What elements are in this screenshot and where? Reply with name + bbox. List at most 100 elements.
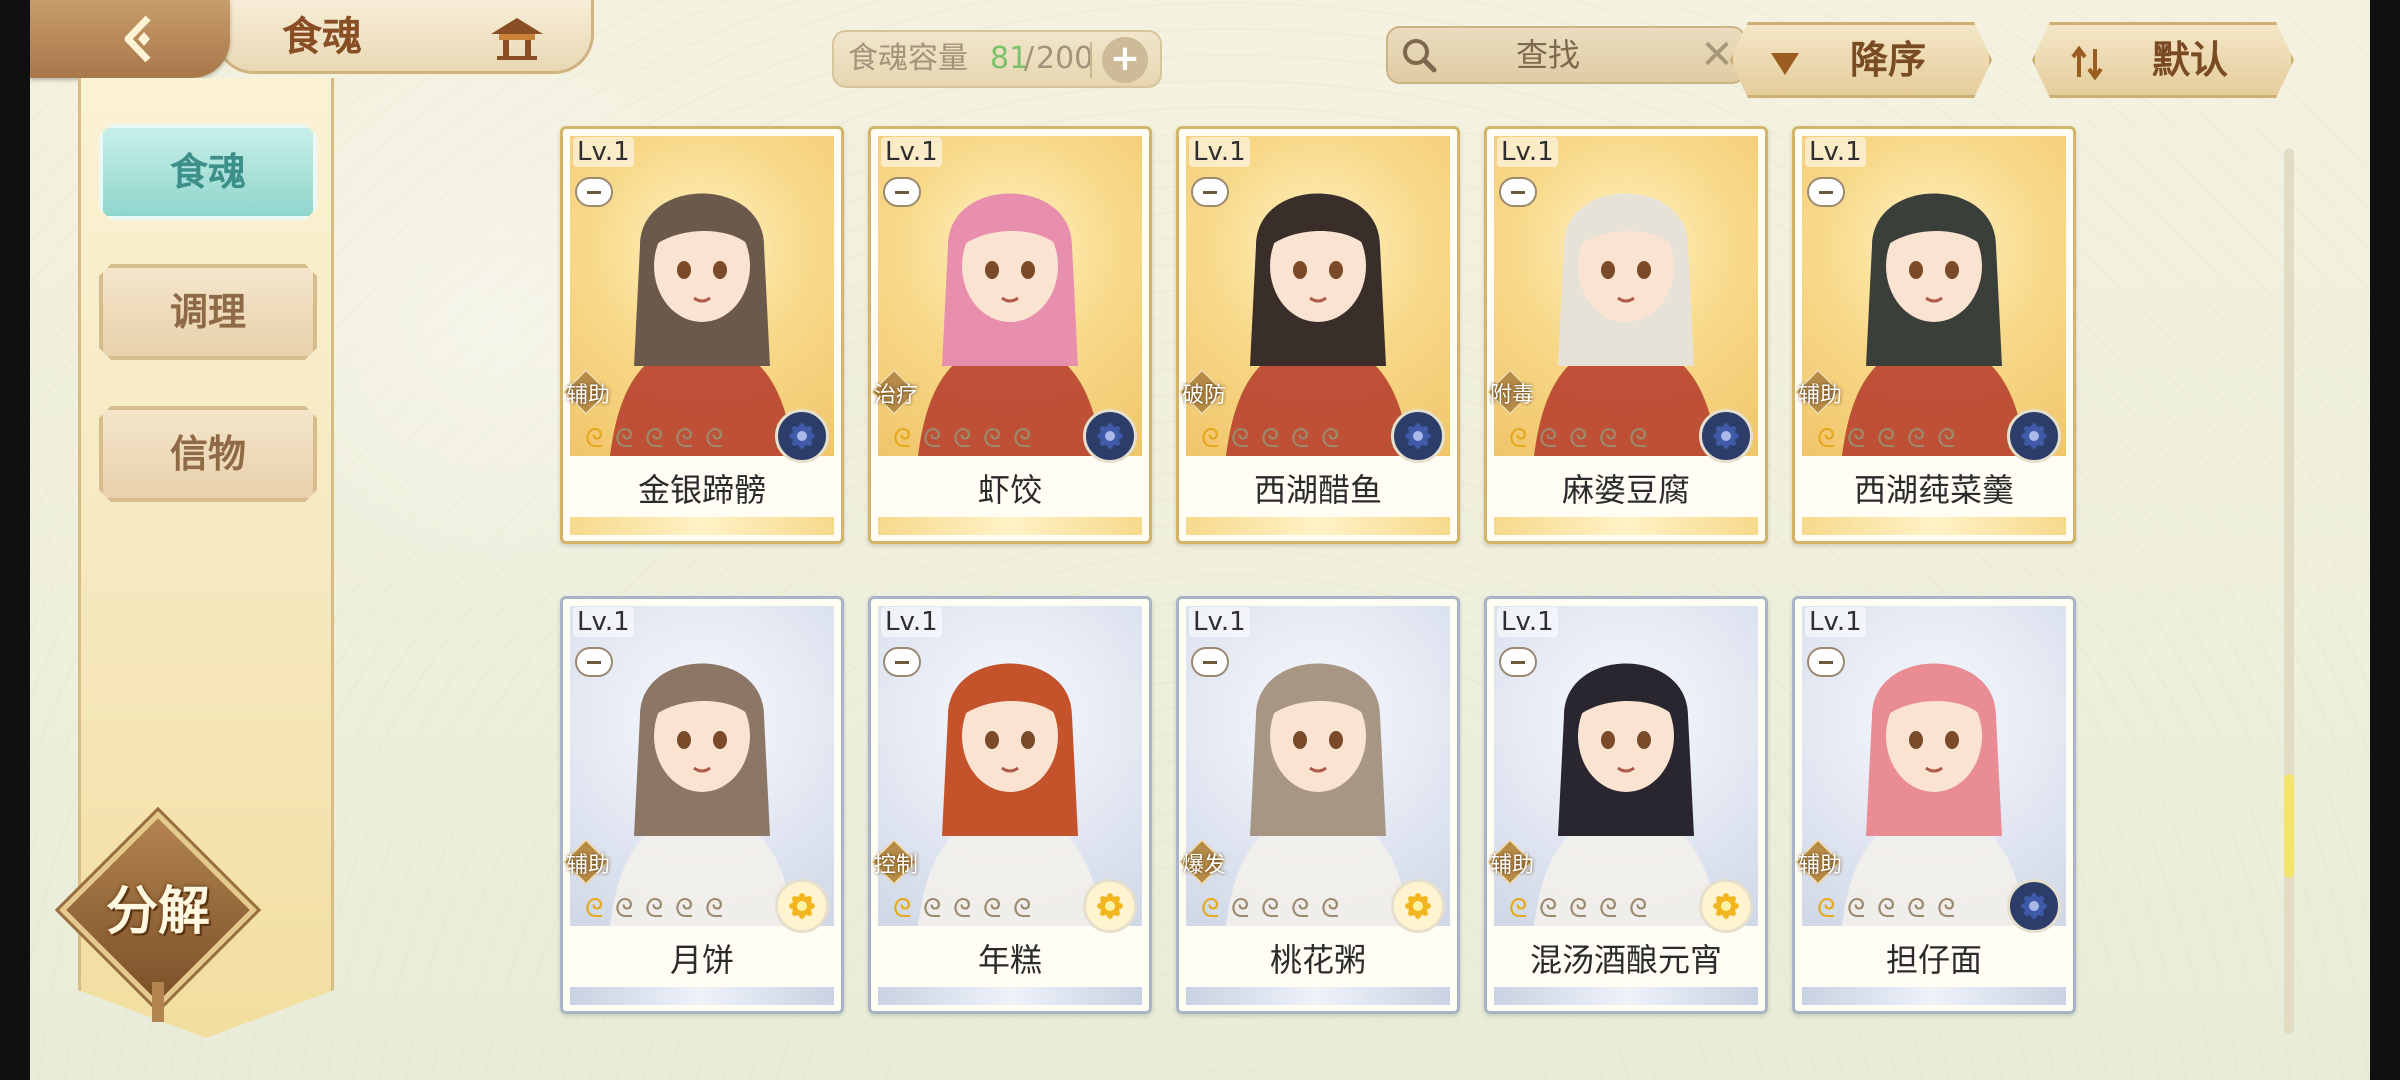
star-rating: ᘓᘓᘓᘓᘓ bbox=[1817, 425, 1967, 455]
scrollbar[interactable] bbox=[2284, 148, 2294, 1034]
role-badge: 附毒 bbox=[1477, 369, 1547, 415]
minus-badge-icon bbox=[883, 177, 921, 207]
role-label: 控制 bbox=[873, 853, 918, 878]
tab-conditioning[interactable]: 调理 bbox=[99, 264, 317, 360]
food-soul-card[interactable]: Lv.1 辅助 ᘓᘓᘓᘓᘓ 西湖莼菜羹 bbox=[1792, 126, 2076, 544]
capacity-divider bbox=[1090, 42, 1092, 78]
decompose-button[interactable]: 分解 bbox=[59, 811, 257, 1022]
star-icon: ᘓ bbox=[675, 894, 694, 924]
food-soul-card[interactable]: Lv.1 破防 ᘓᘓᘓᘓᘓ 西湖醋鱼 bbox=[1176, 126, 1460, 544]
star-icon: ᘓ bbox=[923, 894, 942, 924]
pavilion-icon[interactable] bbox=[487, 12, 547, 62]
food-soul-name: 虾饺 bbox=[977, 471, 1042, 509]
food-soul-card[interactable]: Lv.1 治疗 ᘓᘓᘓᘓᘓ 虾饺 bbox=[868, 126, 1152, 544]
sort-default-button[interactable]: 默认 bbox=[2032, 22, 2294, 98]
star-icon: ᘓ bbox=[1847, 424, 1866, 454]
food-soul-card[interactable]: Lv.1 辅助 ᘓᘓᘓᘓᘓ 混汤酒酿元宵 bbox=[1484, 596, 1768, 1014]
role-label: 辅助 bbox=[1797, 383, 1842, 408]
food-soul-name: 月饼 bbox=[669, 941, 734, 979]
role-label: 辅助 bbox=[565, 383, 610, 408]
food-soul-screen: 食魂 食魂容量 81 / 200 + 查找 ✕ 降序 默认 食魂 调理 信物 分… bbox=[30, 0, 2370, 1080]
star-icon: ᘓ bbox=[1321, 894, 1340, 924]
food-soul-name: 金银蹄髈 bbox=[637, 471, 766, 509]
element-icon bbox=[1083, 409, 1137, 463]
flower-icon bbox=[1713, 893, 1739, 919]
device-bezel-right bbox=[2370, 0, 2400, 1080]
star-icon: ᘓ bbox=[1291, 894, 1310, 924]
food-soul-name: 桃花粥 bbox=[1269, 941, 1366, 979]
card-footer-strip bbox=[1494, 517, 1758, 535]
card-footer-strip bbox=[570, 517, 834, 535]
element-icon bbox=[1083, 879, 1137, 933]
role-label: 辅助 bbox=[1489, 853, 1534, 878]
star-icon: ᘓ bbox=[1847, 894, 1866, 924]
card-footer-strip bbox=[1802, 517, 2066, 535]
food-soul-card[interactable]: Lv.1 附毒 ᘓᘓᘓᘓᘓ 麻婆豆腐 bbox=[1484, 126, 1768, 544]
role-badge: 爆发 bbox=[1169, 839, 1239, 885]
star-icon: ᘓ bbox=[645, 894, 664, 924]
search-box[interactable]: 查找 ✕ bbox=[1386, 26, 1746, 84]
star-rating: ᘓᘓᘓᘓᘓ bbox=[585, 895, 735, 925]
sort-order-button[interactable]: 降序 bbox=[1730, 22, 1992, 98]
role-label: 辅助 bbox=[1797, 853, 1842, 878]
scrollbar-thumb[interactable] bbox=[2284, 774, 2294, 878]
food-soul-card[interactable]: Lv.1 控制 ᘓᘓᘓᘓᘓ 年糕 bbox=[868, 596, 1152, 1014]
element-icon bbox=[1699, 879, 1753, 933]
food-soul-card[interactable]: Lv.1 辅助 ᘓᘓᘓᘓᘓ 担仔面 bbox=[1792, 596, 2076, 1014]
element-icon bbox=[2007, 409, 2061, 463]
card-footer-strip bbox=[570, 987, 834, 1005]
star-icon: ᘓ bbox=[615, 424, 634, 454]
star-icon: ᘓ bbox=[1539, 894, 1558, 924]
star-icon: ᘓ bbox=[893, 424, 912, 454]
food-soul-card[interactable]: Lv.1 辅助 ᘓᘓᘓᘓᘓ 金银蹄髈 bbox=[560, 126, 844, 544]
food-soul-name: 西湖莼菜羹 bbox=[1853, 471, 2014, 509]
star-icon: ᘓ bbox=[1013, 424, 1032, 454]
search-icon bbox=[1403, 39, 1437, 73]
star-icon: ᘓ bbox=[1013, 894, 1032, 924]
triangle-down-icon bbox=[1767, 45, 1803, 81]
title-tab: 食魂 bbox=[214, 0, 594, 74]
role-badge: 控制 bbox=[861, 839, 931, 885]
star-icon: ᘓ bbox=[1629, 894, 1648, 924]
food-soul-name: 担仔面 bbox=[1885, 941, 1982, 979]
star-icon: ᘓ bbox=[923, 424, 942, 454]
level-label: Lv.1 bbox=[1189, 607, 1250, 637]
search-placeholder[interactable]: 查找 bbox=[1488, 28, 1608, 82]
decompose-label: 分解 bbox=[105, 881, 210, 942]
tab-food-soul[interactable]: 食魂 bbox=[99, 124, 317, 220]
capacity-display: 食魂容量 81 / 200 + bbox=[832, 30, 1162, 88]
role-badge: 辅助 bbox=[1785, 369, 1855, 415]
star-icon: ᘓ bbox=[1937, 424, 1956, 454]
minus-badge-icon bbox=[1499, 647, 1537, 677]
food-soul-card[interactable]: Lv.1 爆发 ᘓᘓᘓᘓᘓ 桃花粥 bbox=[1176, 596, 1460, 1014]
star-icon: ᘓ bbox=[1261, 424, 1280, 454]
add-capacity-button[interactable]: + bbox=[1102, 37, 1148, 83]
food-soul-card[interactable]: Lv.1 辅助 ᘓᘓᘓᘓᘓ 月饼 bbox=[560, 596, 844, 1014]
star-icon: ᘓ bbox=[1539, 424, 1558, 454]
food-soul-name: 混汤酒酿元宵 bbox=[1529, 941, 1722, 979]
level-label: Lv.1 bbox=[573, 607, 634, 637]
level-label: Lv.1 bbox=[1497, 607, 1558, 637]
star-icon: ᘓ bbox=[1321, 424, 1340, 454]
level-label: Lv.1 bbox=[881, 137, 942, 167]
star-icon: ᘓ bbox=[893, 894, 912, 924]
back-arrow-icon[interactable] bbox=[114, 10, 172, 68]
star-icon: ᘓ bbox=[1907, 894, 1926, 924]
star-icon: ᘓ bbox=[1569, 424, 1588, 454]
minus-badge-icon bbox=[1807, 177, 1845, 207]
role-badge: 辅助 bbox=[1785, 839, 1855, 885]
tab-tokens[interactable]: 信物 bbox=[99, 406, 317, 502]
card-footer-strip bbox=[878, 517, 1142, 535]
minus-badge-icon bbox=[575, 647, 613, 677]
element-icon bbox=[775, 879, 829, 933]
capacity-max: 200 bbox=[1036, 41, 1094, 76]
level-label: Lv.1 bbox=[1805, 607, 1866, 637]
star-rating: ᘓᘓᘓᘓᘓ bbox=[893, 425, 1043, 455]
star-icon: ᘓ bbox=[1231, 894, 1250, 924]
role-label: 附毒 bbox=[1489, 383, 1534, 408]
page-title: 食魂 bbox=[282, 13, 362, 60]
star-icon: ᘓ bbox=[1599, 424, 1618, 454]
element-icon bbox=[1391, 409, 1445, 463]
minus-badge-icon bbox=[883, 647, 921, 677]
role-badge: 治疗 bbox=[861, 369, 931, 415]
